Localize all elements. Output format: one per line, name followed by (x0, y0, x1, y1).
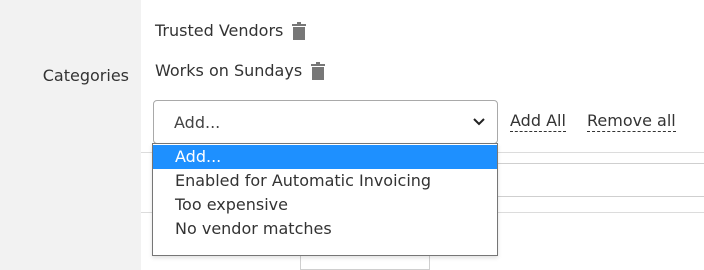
dropdown-option[interactable]: Enabled for Automatic Invoicing (153, 169, 497, 193)
trash-icon[interactable] (311, 61, 326, 80)
label-column: Categories (0, 0, 141, 270)
categories-label: Categories (42, 66, 129, 85)
select-dropdown-list: Add... Enabled for Automatic Invoicing T… (152, 143, 498, 256)
category-tag-works-on-sundays: Works on Sundays (155, 61, 326, 80)
category-tag-trusted-vendors: Trusted Vendors (155, 21, 307, 40)
obscured-input-field[interactable] (480, 163, 704, 197)
dropdown-option[interactable]: No vendor matches (153, 217, 497, 241)
remove-all-link[interactable]: Remove all (587, 111, 676, 132)
trash-icon[interactable] (292, 21, 307, 40)
dropdown-option[interactable]: Add... (153, 145, 497, 169)
categories-form: Categories Trusted Vendors Works on Sund… (0, 0, 704, 270)
category-select[interactable]: Add... (153, 100, 498, 144)
select-value: Add... (174, 112, 221, 132)
dropdown-option[interactable]: Too expensive (153, 193, 497, 217)
category-tag-label: Works on Sundays (155, 61, 303, 80)
chevron-down-icon (471, 114, 487, 130)
category-tag-label: Trusted Vendors (155, 21, 284, 40)
add-all-link[interactable]: Add All (510, 111, 566, 132)
